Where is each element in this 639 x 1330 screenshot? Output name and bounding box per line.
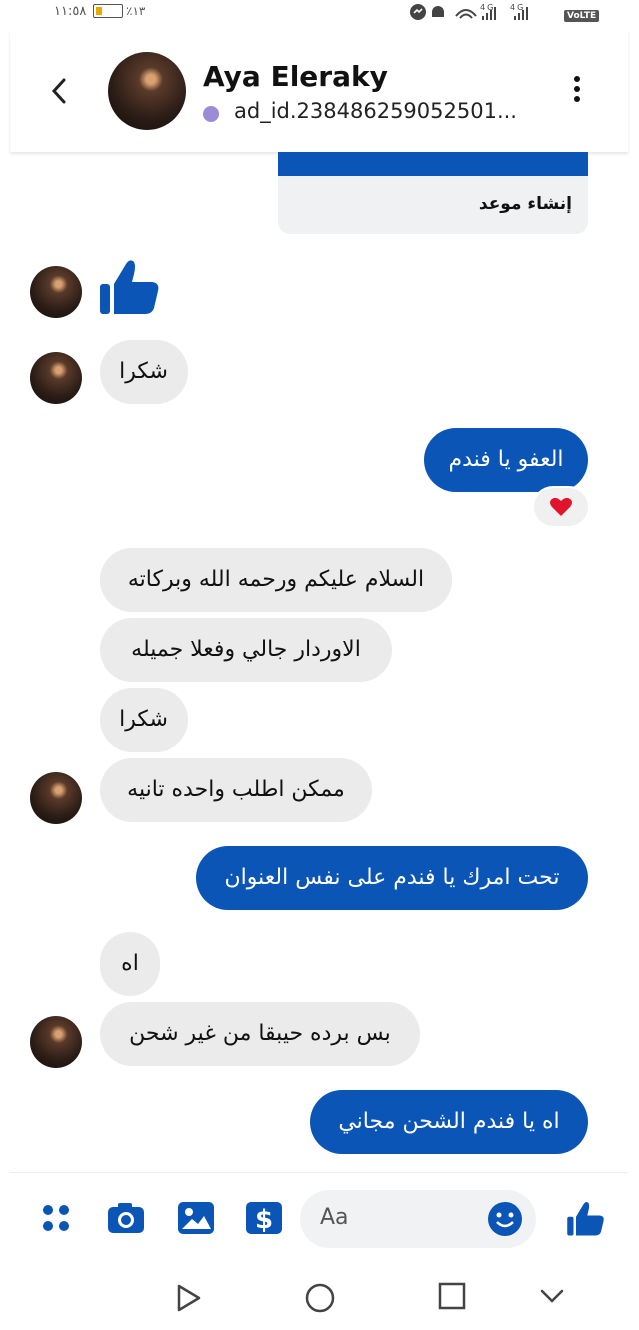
payment-icon: $ [246, 1202, 282, 1235]
hide-chevron-icon[interactable] [538, 1286, 566, 1306]
more-actions-button[interactable] [38, 1198, 78, 1238]
thumbs-up-icon [100, 260, 159, 314]
back-button[interactable] [42, 74, 76, 108]
emoji-button[interactable] [486, 1200, 526, 1240]
more-dot-icon [574, 86, 580, 92]
heart-reaction[interactable] [534, 488, 588, 526]
heart-icon [550, 497, 572, 516]
sender-avatar [30, 1016, 82, 1068]
battery-icon [93, 4, 123, 18]
emoji-icon [488, 1202, 522, 1236]
ad-card[interactable]: إنشاء موعد [278, 152, 588, 234]
payment-button[interactable]: $ [244, 1198, 284, 1238]
message-bubble-incoming[interactable]: شكرا [100, 688, 188, 752]
message-bubble-incoming[interactable]: اه [100, 932, 160, 996]
camera-button[interactable] [106, 1198, 146, 1238]
svg-text:4G: 4G [480, 3, 495, 12]
chevron-left-icon [51, 78, 66, 104]
sender-avatar [30, 772, 82, 824]
message-bubble-outgoing[interactable]: العفو يا فندم [424, 428, 588, 492]
more-dot-icon [574, 76, 580, 82]
status-bar: ١١:٥٨ ٪١٣ 4G 4G VoLTE [0, 0, 639, 30]
camera-icon [108, 1203, 144, 1233]
sender-avatar [30, 352, 82, 404]
message-bubble-incoming[interactable]: السلام عليكم ورحمه الله وبركاته [100, 548, 452, 612]
message-bubble-incoming[interactable]: بس برده حيبقا من غير شحن [100, 1002, 420, 1066]
message-bubble-incoming[interactable]: الاوردار جالي وفعلا جميله [100, 618, 392, 682]
contact-name[interactable]: Aya Eleraky [203, 60, 388, 93]
message-bubble-outgoing[interactable]: اه يا فندم الشحن مجاني [310, 1090, 588, 1154]
more-options-button[interactable] [567, 76, 587, 110]
message-input-placeholder: Aa [320, 1205, 349, 1230]
home-circle-icon[interactable] [304, 1282, 336, 1314]
message-bubble-outgoing[interactable]: تحت امرك يا فندم على نفس العنوان [196, 846, 588, 910]
back-triangle-icon[interactable] [174, 1282, 204, 1314]
send-like-button[interactable] [566, 1198, 606, 1238]
battery-percent: ٪١٣ [126, 4, 146, 18]
sender-avatar [30, 266, 82, 318]
status-time: ١١:٥٨ [54, 4, 87, 19]
ad-status-dot [203, 106, 219, 122]
create-appointment-label[interactable]: إنشاء موعد [479, 194, 572, 214]
message-bubble-incoming[interactable]: ممكن اطلب واحده تانيه [100, 758, 372, 822]
recents-square-icon[interactable] [438, 1282, 466, 1310]
volte-badge: VoLTE [564, 10, 600, 22]
grid-icon [43, 1205, 69, 1231]
status-icons: 4G 4G [408, 2, 558, 28]
message-bubble-incoming[interactable]: شكرا [100, 340, 188, 404]
ad-id-label: ad_id.238486259052501... [234, 99, 517, 123]
more-dot-icon [574, 96, 580, 102]
contact-avatar[interactable] [108, 52, 186, 130]
gallery-button[interactable] [176, 1198, 216, 1238]
ad-card-image [278, 152, 588, 176]
system-nav-bar [0, 1268, 639, 1330]
gallery-icon [178, 1202, 214, 1234]
svg-text:$: $ [255, 1205, 273, 1235]
thumbs-up-icon [567, 1202, 604, 1236]
